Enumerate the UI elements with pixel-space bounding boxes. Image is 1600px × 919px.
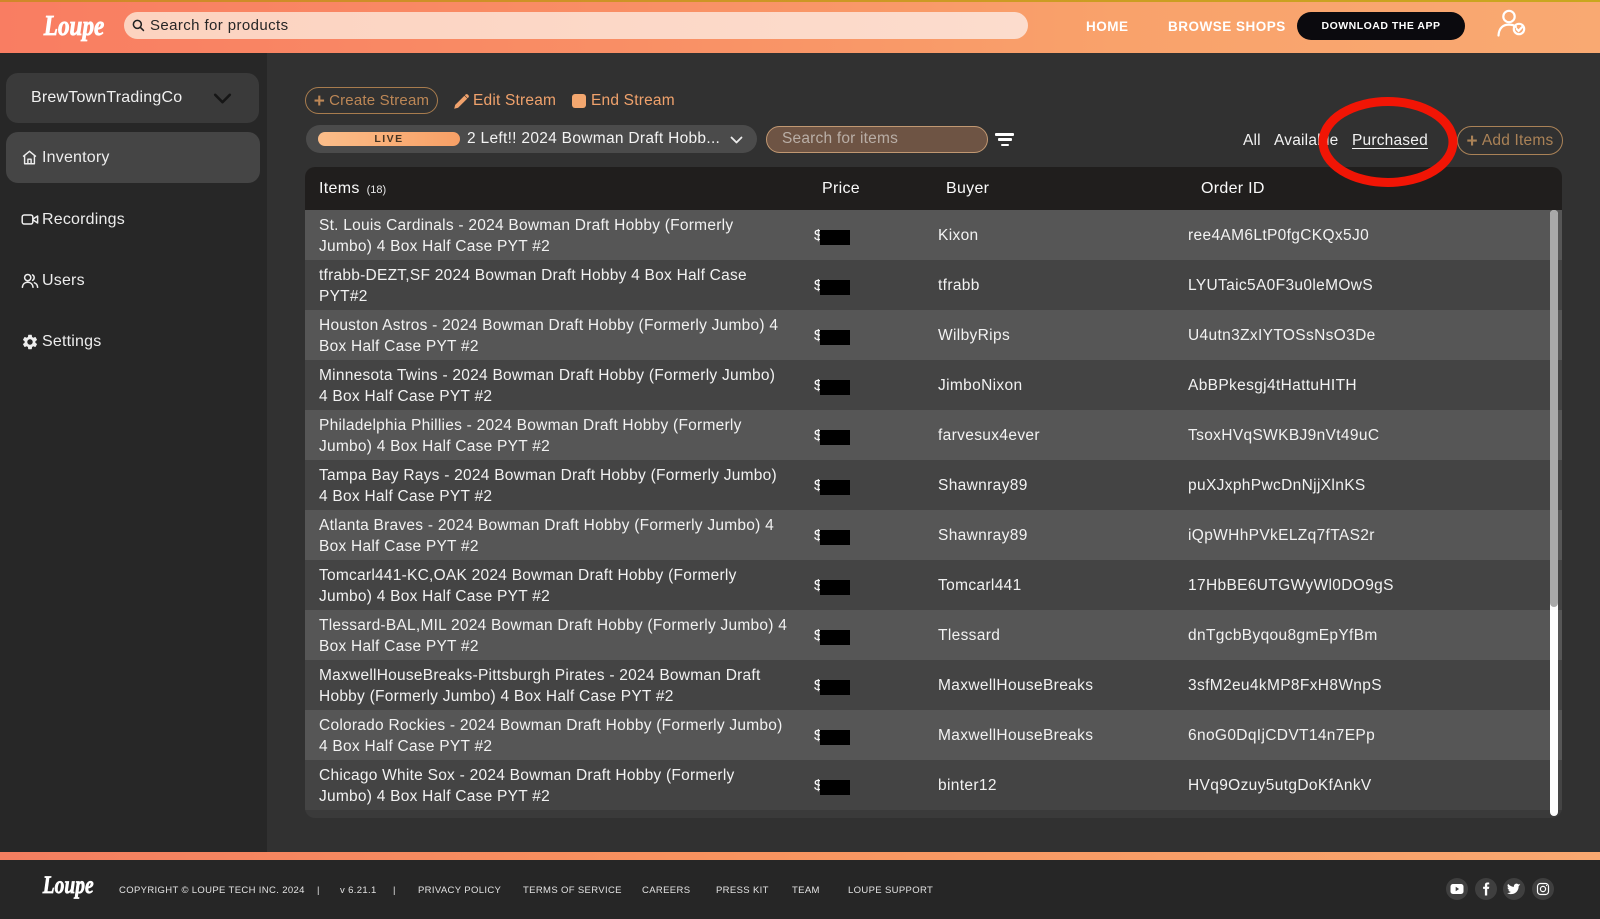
- svg-text:Loupe: Loupe: [42, 872, 94, 899]
- svg-text:Loupe: Loupe: [43, 10, 105, 42]
